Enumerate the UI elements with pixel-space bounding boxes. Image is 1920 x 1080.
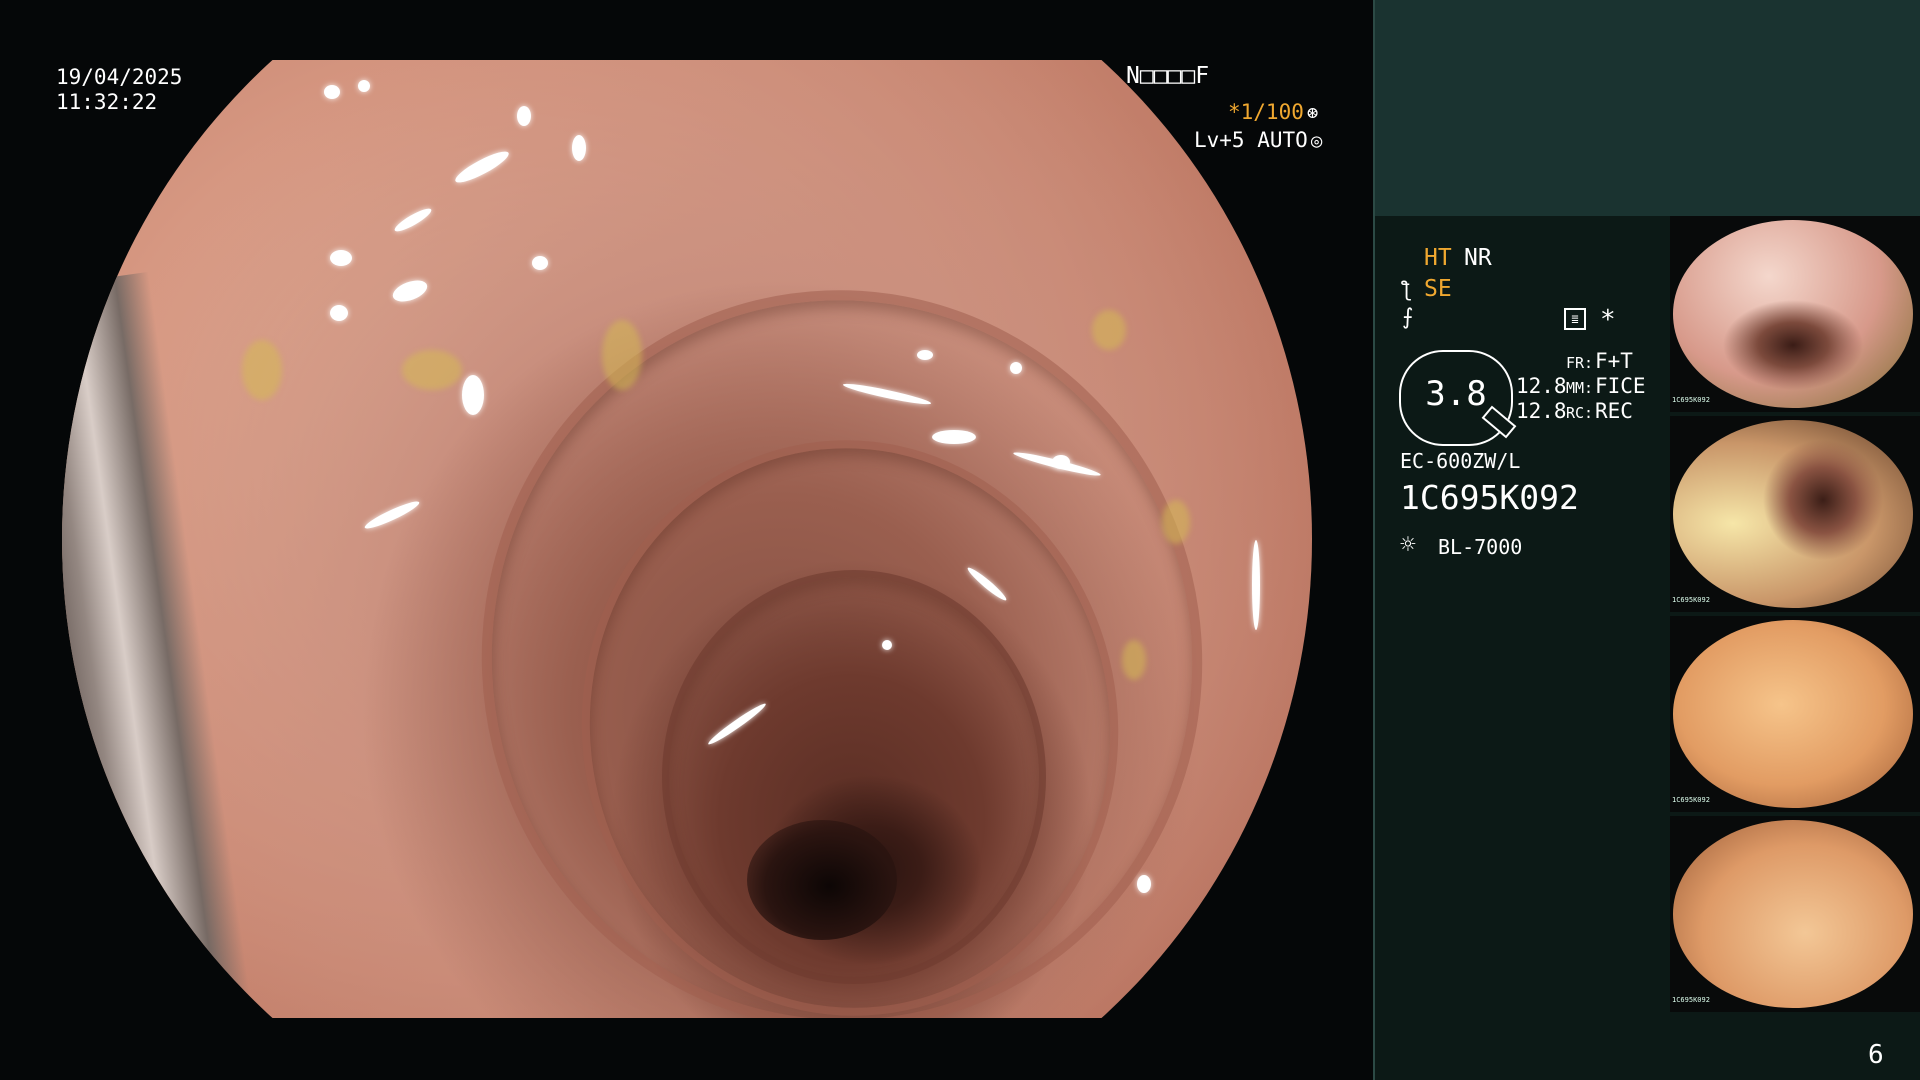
iris-mode: AUTO: [1257, 128, 1308, 152]
scope-serial: 1C695K092: [1400, 478, 1579, 517]
specular-highlight: [1252, 540, 1260, 630]
thumbnail-image: [1673, 620, 1913, 808]
light-source-model: BL-7000: [1438, 535, 1523, 559]
ht-label: HT: [1424, 245, 1452, 271]
specular-highlight: [882, 640, 892, 650]
residue-spot: [602, 320, 642, 390]
light-source-icon: ☼: [1400, 530, 1416, 560]
patient-code: N□□□□F: [1126, 63, 1210, 89]
endoscope-view: [62, 60, 1312, 1018]
color-enhance-icon: ⨍: [1402, 305, 1414, 330]
specular-highlight: [517, 106, 531, 126]
iris-gear-icon: ◎: [1310, 130, 1323, 152]
magnification-gauge: 3.8: [1399, 350, 1517, 446]
level-value: Lv+5: [1194, 128, 1245, 152]
exam-date: 19/04/2025: [56, 65, 183, 89]
lumen: [747, 820, 897, 940]
thumbnail-image: [1673, 420, 1913, 608]
specular-highlight: [452, 146, 512, 188]
shutter-speed: *1/100: [1228, 100, 1304, 124]
nr-label: NR: [1464, 245, 1492, 271]
specular-highlight: [330, 250, 352, 266]
specular-highlight: [390, 276, 430, 306]
specular-highlight: [1010, 362, 1022, 374]
rc-number: 12.8: [1516, 399, 1567, 423]
thumbnail-serial: 1C695K092: [1672, 796, 1710, 804]
fr-value: F+T: [1595, 349, 1633, 373]
exam-time: 11:32:22: [56, 90, 158, 114]
memo-icon: ≣: [1564, 308, 1586, 330]
thumbnail-serial: 1C695K092: [1672, 996, 1710, 1004]
page-number: 6: [1868, 1040, 1884, 1070]
scope-model: EC-600ZW/L: [1400, 449, 1521, 473]
specular-highlight: [358, 80, 370, 92]
rc-key: RC:: [1566, 404, 1594, 422]
specular-highlight: [572, 135, 586, 161]
shutter-speed-row: *1/100 ⊛: [1228, 99, 1318, 126]
thumbnail-image: [1673, 220, 1913, 408]
mm-value: FICE: [1595, 374, 1646, 398]
residue-spot: [242, 340, 282, 400]
residue-spot: [1162, 500, 1190, 544]
capture-thumbnail[interactable]: 1C695K092: [1670, 216, 1920, 412]
panel-header-area: [1373, 0, 1920, 216]
specular-highlight: [532, 256, 548, 270]
panel-divider: [1373, 0, 1375, 1080]
capture-thumbnail[interactable]: 1C695K092: [1670, 616, 1920, 812]
capture-thumbnail[interactable]: 1C695K092: [1670, 416, 1920, 612]
residue-spot: [402, 350, 462, 390]
exposure-row: Lv+5 AUTO ◎: [1194, 127, 1322, 154]
thumbnail-serial: 1C695K092: [1672, 596, 1710, 604]
mm-number: 12.8: [1516, 374, 1567, 398]
shutter-gear-icon: ⊛: [1306, 102, 1319, 124]
se-label: SE: [1424, 276, 1452, 302]
specular-highlight: [932, 430, 976, 444]
residue-spot: [1092, 310, 1126, 350]
mm-key: MM:: [1566, 379, 1594, 397]
specular-highlight: [324, 85, 340, 99]
thumbnail-serial: 1C695K092: [1672, 396, 1710, 404]
instrument-shaft: [62, 271, 255, 1018]
rc-value: REC: [1595, 399, 1633, 423]
specular-highlight: [462, 375, 484, 415]
capture-thumbnail[interactable]: 1C695K092: [1670, 816, 1920, 1012]
structure-enhance-icon: ƪ: [1400, 277, 1413, 301]
specular-highlight: [917, 350, 933, 360]
specular-highlight: [330, 305, 348, 321]
specular-highlight: [362, 497, 422, 533]
specular-highlight: [392, 205, 434, 235]
thumbnail-image: [1673, 820, 1913, 1008]
residue-spot: [1122, 640, 1146, 680]
fr-key: FR:: [1566, 354, 1594, 372]
specular-highlight: [1137, 875, 1151, 893]
star-marker: *: [1600, 305, 1616, 335]
